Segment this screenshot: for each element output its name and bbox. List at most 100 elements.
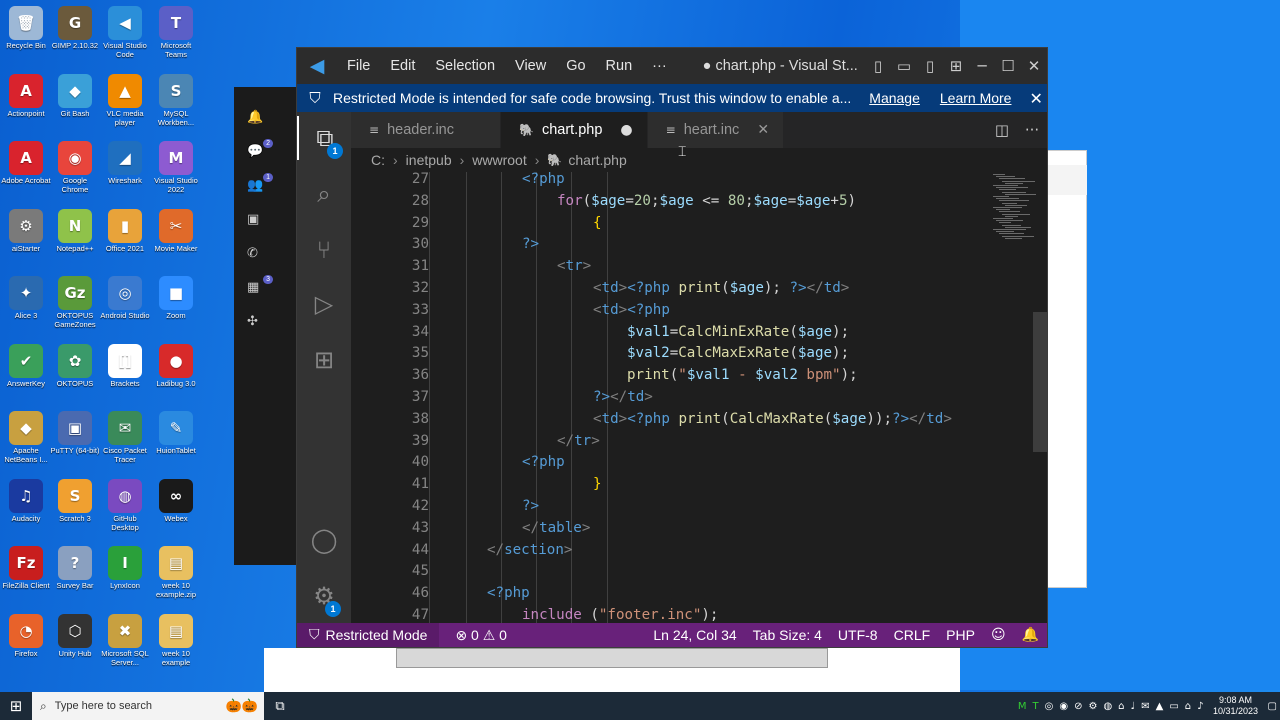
tab-header-inc[interactable]: ≡ header.inc — [351, 112, 501, 148]
tray-app-icon[interactable]: ▲ — [1156, 701, 1164, 712]
desktop-icon[interactable]: ◢ Wireshark — [99, 137, 151, 185]
desktop-icon[interactable]: ⬡ Unity Hub — [49, 610, 101, 658]
code-editor[interactable]: 27 <?php 28 for($age=20;$age <= 80;$age=$ag… — [351, 172, 1047, 623]
restricted-mode-status[interactable]: ⛉ Restricted Mode — [297, 623, 440, 647]
cursor-position[interactable]: Ln 24, Col 34 — [645, 627, 744, 643]
menu-selection[interactable]: Selection — [425, 58, 505, 74]
code-line[interactable]: 36 print("$val1 - $val2 bpm"); — [351, 364, 1047, 386]
desktop-icon[interactable]: S Scratch 3 — [49, 475, 101, 523]
search-icon[interactable]: ⌕ — [297, 172, 351, 216]
menu-go[interactable]: Go — [556, 58, 595, 74]
manage-link[interactable]: Manage — [869, 90, 920, 106]
extensions-icon[interactable]: ⊞ — [297, 338, 351, 382]
tab-size[interactable]: Tab Size: 4 — [745, 627, 830, 643]
code-line[interactable]: 34 $val1=CalcMinExRate($age); — [351, 321, 1047, 343]
desktop-icon[interactable]: ■ Zoom — [150, 272, 202, 320]
notifications-bell-icon[interactable]: 🔔 — [1014, 627, 1047, 643]
more-actions-icon[interactable]: ··· — [1017, 121, 1047, 139]
tray-app-icon[interactable]: ◉ — [1059, 701, 1068, 712]
code-line[interactable]: 35 $val2=CalcMaxExRate($age); — [351, 342, 1047, 364]
maximize-icon[interactable]: ☐ — [995, 57, 1021, 75]
code-line[interactable]: 44 </section> — [351, 539, 1047, 561]
breadcrumb-file[interactable]: chart.php — [568, 152, 626, 168]
chat-icon[interactable]: 💬 2 — [247, 139, 273, 162]
desktop-icon[interactable]: ⚙ aiStarter — [0, 205, 52, 253]
desktop-icon[interactable]: ◔ Firefox — [0, 610, 52, 658]
breadcrumb-drive[interactable]: C: — [371, 152, 385, 168]
breadcrumb-inetpub[interactable]: inetpub — [406, 152, 452, 168]
assignments-icon[interactable]: ▣ — [247, 212, 265, 230]
desktop-icon[interactable]: Fz FileZilla Client — [0, 542, 52, 590]
teams-icon[interactable]: 👥 1 — [247, 173, 273, 196]
code-line[interactable]: 47 include ("footer.inc"); — [351, 604, 1047, 623]
manage-gear-icon[interactable]: ⚙ 1 — [297, 574, 351, 618]
code-line[interactable]: 29 { — [351, 212, 1047, 234]
learn-more-link[interactable]: Learn More — [940, 90, 1012, 106]
toggle-sidebar-icon[interactable]: ▯ — [865, 57, 891, 75]
code-line[interactable]: 45 — [351, 560, 1047, 582]
network-icon[interactable]: ⌂ — [1185, 701, 1191, 712]
desktop-icon[interactable]: ◆ Git Bash — [49, 70, 101, 118]
desktop-icon[interactable]: ✦ Alice 3 — [0, 272, 52, 320]
menu-run[interactable]: Run — [596, 58, 643, 74]
activity-icon[interactable]: 🔔 — [247, 110, 265, 128]
code-line[interactable]: 39 </tr> — [351, 430, 1047, 452]
notification-icon[interactable]: ▢ — [1268, 701, 1277, 712]
desktop-icon[interactable]: ◍ GitHub Desktop — [99, 475, 151, 532]
desktop-icon[interactable]: ∞ Webex — [150, 475, 202, 523]
desktop-icon[interactable]: N Notepad++ — [49, 205, 101, 253]
desktop-icon[interactable]: ▲ VLC media player — [99, 70, 151, 127]
code-line[interactable]: 27 <?php — [351, 172, 1047, 190]
tab-heart-inc[interactable]: ≡ heart.inc ✕ — [647, 112, 785, 148]
taskbar-search[interactable]: ⌕ Type here to search 🎃🎃 — [32, 692, 264, 720]
desktop-icon[interactable]: ♫ Audacity — [0, 475, 52, 523]
menu-view[interactable]: View — [505, 58, 556, 74]
banner-close-icon[interactable]: ✕ — [1029, 89, 1042, 108]
desktop-icon[interactable]: ◆ Apache NetBeans I... — [0, 407, 52, 464]
desktop-icon[interactable]: ◎ Android Studio — [99, 272, 151, 320]
desktop-icon[interactable]: A Actionpoint — [0, 70, 52, 118]
tray-app-icon[interactable]: ♩ — [1131, 701, 1136, 712]
menu-more[interactable]: ··· — [642, 58, 677, 74]
desktop-icon[interactable]: ✉ Cisco Packet Tracer — [99, 407, 151, 464]
task-view-icon[interactable]: ⧉ — [264, 699, 296, 714]
customize-layout-icon[interactable]: ⊞ — [943, 57, 969, 75]
tray-app-icon[interactable]: T — [1033, 701, 1039, 712]
code-line[interactable]: 40 <?php — [351, 451, 1047, 473]
encoding[interactable]: UTF-8 — [830, 627, 886, 643]
code-line[interactable]: 30 ?> — [351, 233, 1047, 255]
desktop-icon[interactable]: ✖ Microsoft SQL Server... — [99, 610, 151, 667]
tray-app-icon[interactable]: ⚙ — [1088, 701, 1097, 712]
desktop-icon[interactable]: A Adobe Acrobat — [0, 137, 52, 185]
code-line[interactable]: 42 ?> — [351, 495, 1047, 517]
code-line[interactable]: 32 <td><?php print($age); ?></td> — [351, 277, 1047, 299]
desktop-icon[interactable]: ? Survey Bar — [49, 542, 101, 590]
desktop-icon[interactable]: M Visual Studio 2022 — [150, 137, 202, 194]
desktop-icon[interactable]: G GIMP 2.10.32 — [49, 2, 101, 50]
desktop-icon[interactable]: ● Ladibug 3.0 — [150, 340, 202, 388]
desktop-icon[interactable]: S MySQL Workben... — [150, 70, 202, 127]
minimize-icon[interactable]: ─ — [969, 57, 995, 75]
tray-app-icon[interactable]: M — [1018, 701, 1027, 712]
desktop-icon[interactable]: ✂ Movie Maker — [150, 205, 202, 253]
desktop-icon[interactable]: I LynxIcon — [99, 542, 151, 590]
toggle-secondary-sidebar-icon[interactable]: ▯ — [917, 57, 943, 75]
desktop-icon[interactable]: ▮ Office 2021 — [99, 205, 151, 253]
desktop-icon[interactable]: ▣ PuTTY (64-bit) — [49, 407, 101, 455]
desktop-icon[interactable]: ✔ AnswerKey — [0, 340, 52, 388]
split-editor-icon[interactable]: ◫ — [987, 121, 1017, 139]
battery-icon[interactable]: ▭ — [1169, 701, 1178, 712]
unsaved-dot-icon[interactable]: ● — [620, 122, 632, 138]
language-mode[interactable]: PHP — [938, 627, 983, 643]
desktop-icon[interactable]: ▤ week 10 example — [150, 610, 202, 667]
close-icon[interactable]: ✕ — [1021, 57, 1047, 75]
toggle-panel-icon[interactable]: ▭ — [891, 57, 917, 75]
feedback-icon[interactable]: ☺ — [983, 627, 1014, 643]
tray-app-icon[interactable]: ✉ — [1141, 701, 1149, 712]
clock[interactable]: 9:08 AM 10/31/2023 — [1207, 695, 1265, 717]
volume-icon[interactable]: ♪ — [1197, 701, 1203, 712]
tab-chart-php[interactable]: 🐘 chart.php ● — [500, 112, 648, 148]
desktop-icon[interactable]: 🗑 Recycle Bin — [0, 2, 52, 50]
tray-app-icon[interactable]: ◎ — [1045, 701, 1054, 712]
code-line[interactable]: 37 ?></td> — [351, 386, 1047, 408]
